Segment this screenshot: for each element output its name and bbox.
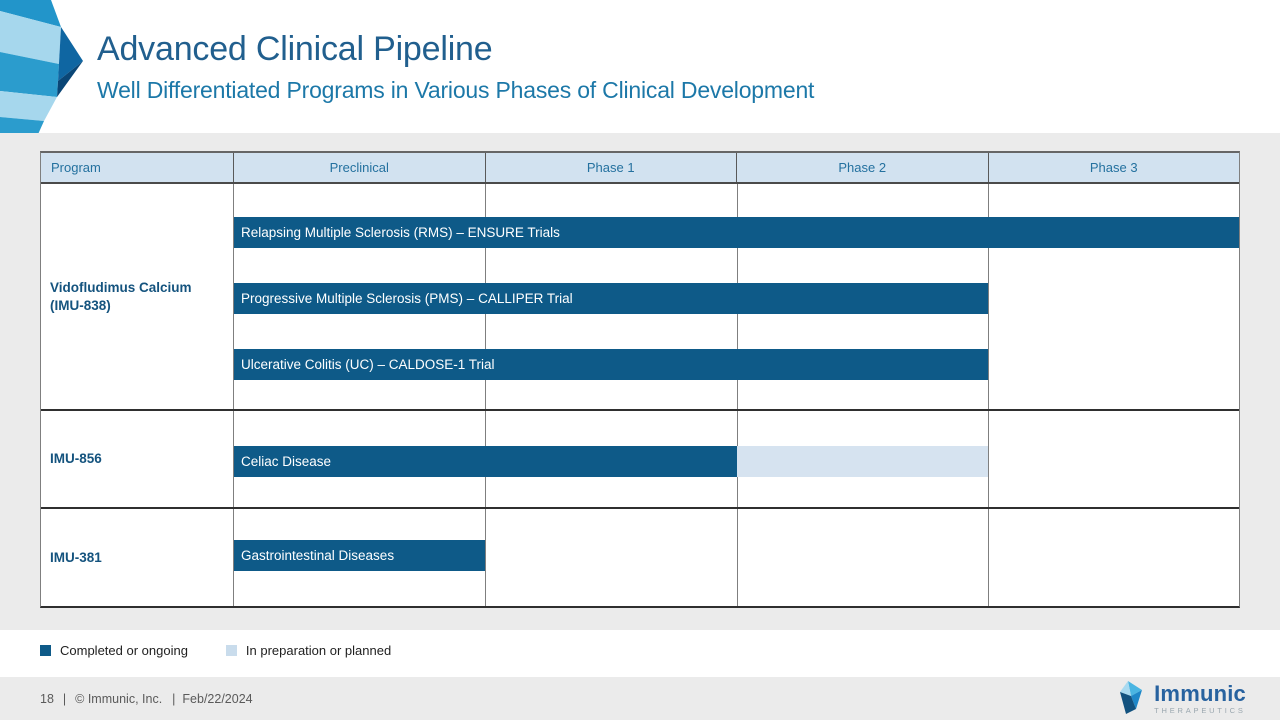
page-number: 18 [40, 692, 54, 706]
column-gridline [485, 509, 486, 606]
slide-header: Advanced Clinical Pipeline Well Differen… [97, 30, 814, 104]
company-name: Immunic [1154, 683, 1246, 705]
phase-timeline-area: Relapsing Multiple Sclerosis (RMS) – ENS… [233, 184, 1239, 409]
footer: 18 | © Immunic, Inc. | Feb/22/2024 Immun… [0, 677, 1280, 720]
pipeline-bar-pms-calliper: Progressive Multiple Sclerosis (PMS) – C… [234, 283, 988, 314]
legend-swatch-planned [226, 645, 237, 656]
footer-separator: | [172, 692, 175, 706]
footer-copyright: © Immunic, Inc. [75, 692, 162, 706]
legend-item-planned: In preparation or planned [226, 643, 391, 658]
page-subtitle: Well Differentiated Programs in Various … [97, 77, 814, 104]
table-row: IMU-856 Celiac Disease [41, 411, 1239, 509]
phase-timeline-area: Gastrointestinal Diseases [233, 509, 1239, 606]
footer-meta: 18 | © Immunic, Inc. | Feb/22/2024 [40, 677, 253, 720]
program-label: IMU-856 [41, 411, 233, 507]
company-logo-icon [1117, 681, 1147, 717]
table-row: IMU-381 Gastrointestinal Diseases [41, 509, 1239, 606]
column-header-phase1: Phase 1 [485, 153, 737, 182]
table-header-row: Program Preclinical Phase 1 Phase 2 Phas… [41, 153, 1239, 184]
company-logo-text: Immunic THERAPEUTICS [1154, 683, 1246, 715]
column-header-phase2: Phase 2 [736, 153, 988, 182]
column-header-preclinical: Preclinical [233, 153, 485, 182]
page-title: Advanced Clinical Pipeline [97, 30, 814, 69]
legend-swatch-completed [40, 645, 51, 656]
column-gridline [988, 509, 989, 606]
column-header-phase3: Phase 3 [988, 153, 1240, 182]
pipeline-bar-rms-ensure: Relapsing Multiple Sclerosis (RMS) – ENS… [234, 217, 1239, 248]
legend-label: In preparation or planned [246, 643, 391, 658]
table-row: Vidofludimus Calcium (IMU-838) Relapsing… [41, 184, 1239, 411]
slide: Advanced Clinical Pipeline Well Differen… [0, 0, 1280, 720]
legend-item-completed: Completed or ongoing [40, 643, 188, 658]
program-label: IMU-381 [41, 509, 233, 606]
pipeline-bar-gastrointestinal: Gastrointestinal Diseases [234, 540, 485, 571]
pipeline-bar-celiac-planned [737, 446, 988, 477]
pipeline-bar-uc-caldose: Ulcerative Colitis (UC) – CALDOSE-1 Tria… [234, 349, 988, 380]
footer-date: Feb/22/2024 [182, 692, 252, 706]
legend-label: Completed or ongoing [60, 643, 188, 658]
company-logo: Immunic THERAPEUTICS [1117, 677, 1246, 720]
legend: Completed or ongoing In preparation or p… [40, 643, 391, 658]
footer-separator: | [63, 692, 66, 706]
phase-timeline-area: Celiac Disease [233, 411, 1239, 507]
column-gridline [737, 509, 738, 606]
pipeline-bar-celiac: Celiac Disease [234, 446, 737, 477]
company-tagline: THERAPEUTICS [1154, 707, 1246, 715]
column-header-program: Program [41, 153, 233, 182]
pipeline-table: Program Preclinical Phase 1 Phase 2 Phas… [40, 151, 1240, 608]
column-gridline [988, 411, 989, 507]
program-label: Vidofludimus Calcium (IMU-838) [41, 184, 233, 409]
